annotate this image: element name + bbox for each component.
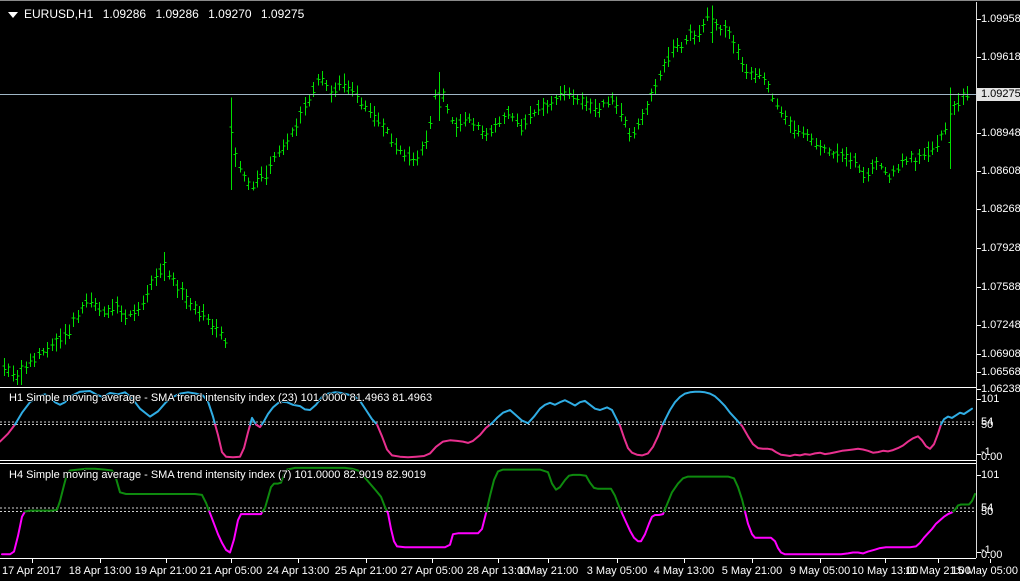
indicator-line-segment — [485, 468, 623, 513]
price-tick-label: 1.09958 — [981, 13, 1020, 25]
time-tick — [938, 559, 939, 563]
time-tick — [548, 559, 549, 563]
time-tick — [752, 559, 753, 563]
pane-separator[interactable] — [0, 387, 976, 388]
indicator-level-label: 50 — [981, 418, 994, 431]
pane-tick — [977, 552, 981, 553]
indicator-line-segment — [620, 510, 666, 543]
indicator-line-segment — [952, 493, 976, 513]
indicator-line-segment — [1, 510, 26, 556]
pane-max-label: 101 — [981, 393, 1000, 405]
indicator-line-segment — [744, 510, 954, 556]
pane-tick — [977, 454, 981, 455]
price-tick-label: 1.07928 — [981, 242, 1020, 254]
pane-separator[interactable] — [0, 463, 976, 464]
price-tick — [977, 325, 981, 326]
time-tick-label: 19 Apr 21:00 — [134, 565, 198, 577]
price-tick-label: 1.08608 — [981, 165, 1020, 177]
time-tick-label: 27 Apr 05:00 — [400, 565, 464, 577]
indicator-line-segment — [208, 510, 264, 554]
price-bars — [2, 5, 970, 385]
indicator-line-segment — [0, 423, 16, 443]
time-tick-label: 9 May 05:00 — [789, 565, 851, 577]
time-tick-label: 21 Apr 05:00 — [199, 565, 263, 577]
indicator-level-label: 50 — [981, 505, 994, 518]
pane-tick — [977, 399, 981, 400]
pane1-indicator-label: H1 Simple moving average - SMA trend int… — [9, 392, 433, 404]
price-tick — [977, 19, 981, 20]
time-tick-label: 24 Apr 13:00 — [266, 565, 330, 577]
indicator-line-segment — [661, 390, 742, 426]
price-tick-label: 1.06568 — [981, 366, 1020, 378]
time-tick — [617, 559, 618, 563]
pane2-indicator-label: H4 Simple moving average - SMA trend int… — [9, 469, 427, 481]
indicator-line-segment — [739, 423, 942, 457]
price-tick — [977, 248, 981, 249]
pane-max-label: 101 — [981, 469, 1000, 481]
time-tick — [820, 559, 821, 563]
time-tick — [366, 559, 367, 563]
indicator-line-segment — [663, 475, 746, 513]
time-tick-label: 1 May 21:00 — [517, 565, 579, 577]
time-tick-label: 15 May 05:00 — [951, 565, 1018, 577]
pane-min-label: -1 — [981, 446, 991, 458]
chart-window: EURUSD,H1 1.09286 1.09286 1.09270 1.0927… — [0, 0, 1020, 581]
pane-tick — [977, 475, 981, 476]
time-tick-label: 25 Apr 21:00 — [334, 565, 398, 577]
indicator-line-segment — [249, 416, 257, 426]
bid-price-label: 1.09275 — [977, 88, 1020, 101]
pane-separator[interactable] — [0, 460, 976, 461]
time-tick — [885, 559, 886, 563]
price-tick — [977, 372, 981, 373]
time-tick — [100, 559, 101, 563]
price-tick-label: 1.09618 — [981, 51, 1020, 63]
time-tick — [166, 559, 167, 563]
price-tick — [977, 287, 981, 288]
price-tick — [977, 389, 981, 390]
time-tick — [498, 559, 499, 563]
time-tick — [298, 559, 299, 563]
time-tick — [684, 559, 685, 563]
time-tick — [432, 559, 433, 563]
price-tick — [977, 133, 981, 134]
price-tick-label: 1.07248 — [981, 319, 1020, 331]
indicator-line-segment — [376, 423, 492, 459]
indicator-line-segment — [618, 423, 664, 457]
time-tick-label: 17 Apr 2017 — [2, 565, 62, 577]
main-chart-canvas[interactable] — [0, 2, 976, 387]
time-tick — [32, 559, 33, 563]
price-tick — [977, 171, 981, 172]
price-tick — [977, 209, 981, 210]
price-tick — [977, 57, 981, 58]
price-tick-label: 1.08948 — [981, 127, 1020, 139]
time-tick-label: 3 May 05:00 — [586, 565, 648, 577]
price-tick-label: 1.08268 — [981, 203, 1020, 215]
indicator-line-segment — [214, 423, 252, 459]
time-tick — [231, 559, 232, 563]
price-tick-label: 1.06908 — [981, 348, 1020, 360]
pane-separator[interactable] — [0, 558, 976, 559]
pane-min-label: -1 — [981, 544, 991, 556]
time-tick-label: 4 May 13:00 — [653, 565, 715, 577]
price-tick-label: 1.07588 — [981, 281, 1020, 293]
time-tick-label: 18 Apr 13:00 — [68, 565, 132, 577]
price-tick — [977, 354, 981, 355]
indicator-line-segment — [386, 510, 488, 549]
indicator-line-segment — [489, 399, 621, 426]
time-tick-label: 5 May 21:00 — [721, 565, 783, 577]
